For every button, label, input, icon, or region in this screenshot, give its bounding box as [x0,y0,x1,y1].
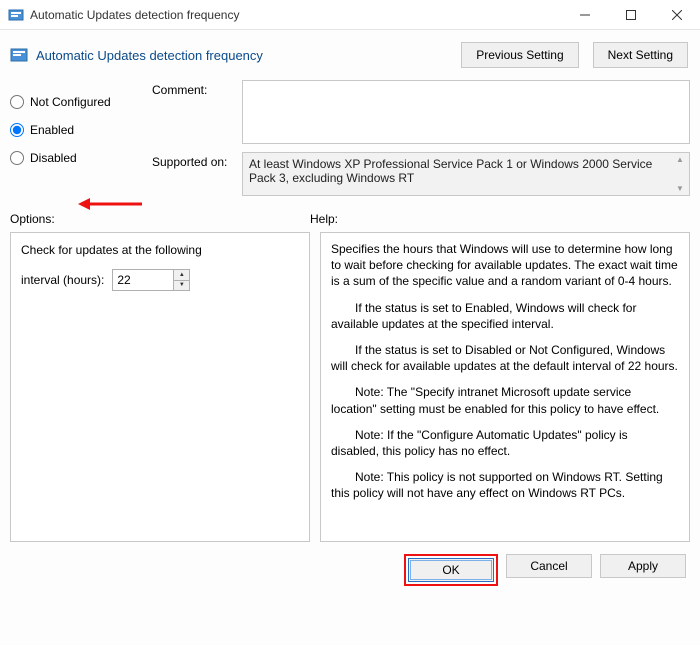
interval-input[interactable] [113,270,173,290]
help-paragraph: Note: This policy is not supported on Wi… [331,469,679,501]
options-panel: Check for updates at the following inter… [10,232,310,542]
previous-setting-button[interactable]: Previous Setting [461,42,578,68]
window-title: Automatic Updates detection frequency [30,8,562,22]
supported-on-value: At least Windows XP Professional Service… [249,157,652,185]
help-paragraph: Specifies the hours that Windows will us… [331,241,679,290]
minimize-button[interactable] [562,0,608,30]
disabled-radio[interactable] [10,151,24,165]
apply-button[interactable]: Apply [600,554,686,578]
help-paragraph: Note: If the "Configure Automatic Update… [331,427,679,459]
not-configured-label[interactable]: Not Configured [30,95,111,109]
help-heading: Help: [310,212,690,226]
check-updates-label: Check for updates at the following [21,243,299,257]
help-paragraph: If the status is set to Enabled, Windows… [331,300,679,332]
header-row: Automatic Updates detection frequency Pr… [0,30,700,72]
comment-label: Comment: [152,80,242,97]
cancel-button[interactable]: Cancel [506,554,592,578]
spinner-down-button[interactable]: ▼ [174,281,189,291]
enabled-label[interactable]: Enabled [30,123,74,137]
comment-textarea[interactable] [242,80,690,144]
supported-on-text: At least Windows XP Professional Service… [242,152,690,196]
next-setting-button[interactable]: Next Setting [593,42,688,68]
help-panel: Specifies the hours that Windows will us… [320,232,690,542]
supported-on-label: Supported on: [152,152,242,169]
help-paragraph: If the status is set to Disabled or Not … [331,342,679,374]
disabled-label[interactable]: Disabled [30,151,77,165]
interval-spinner[interactable]: ▲ ▼ [112,269,190,291]
ok-highlight-annotation: OK [404,554,498,586]
maximize-button[interactable] [608,0,654,30]
not-configured-radio[interactable] [10,95,24,109]
help-paragraph: Note: The "Specify intranet Microsoft up… [331,384,679,416]
enabled-radio[interactable] [10,123,24,137]
policy-icon [10,46,28,64]
spinner-up-button[interactable]: ▲ [174,270,189,281]
close-button[interactable] [654,0,700,30]
ok-button[interactable]: OK [408,558,494,582]
dialog-footer: OK Cancel Apply [0,542,700,586]
title-bar: Automatic Updates detection frequency [0,0,700,30]
app-icon [8,7,24,23]
options-heading: Options: [10,212,310,226]
policy-title: Automatic Updates detection frequency [36,48,447,63]
interval-label: interval (hours): [21,273,104,287]
state-radio-group: Not Configured Enabled Disabled [10,80,150,204]
scroll-hint-icon: ▲▼ [673,155,687,193]
